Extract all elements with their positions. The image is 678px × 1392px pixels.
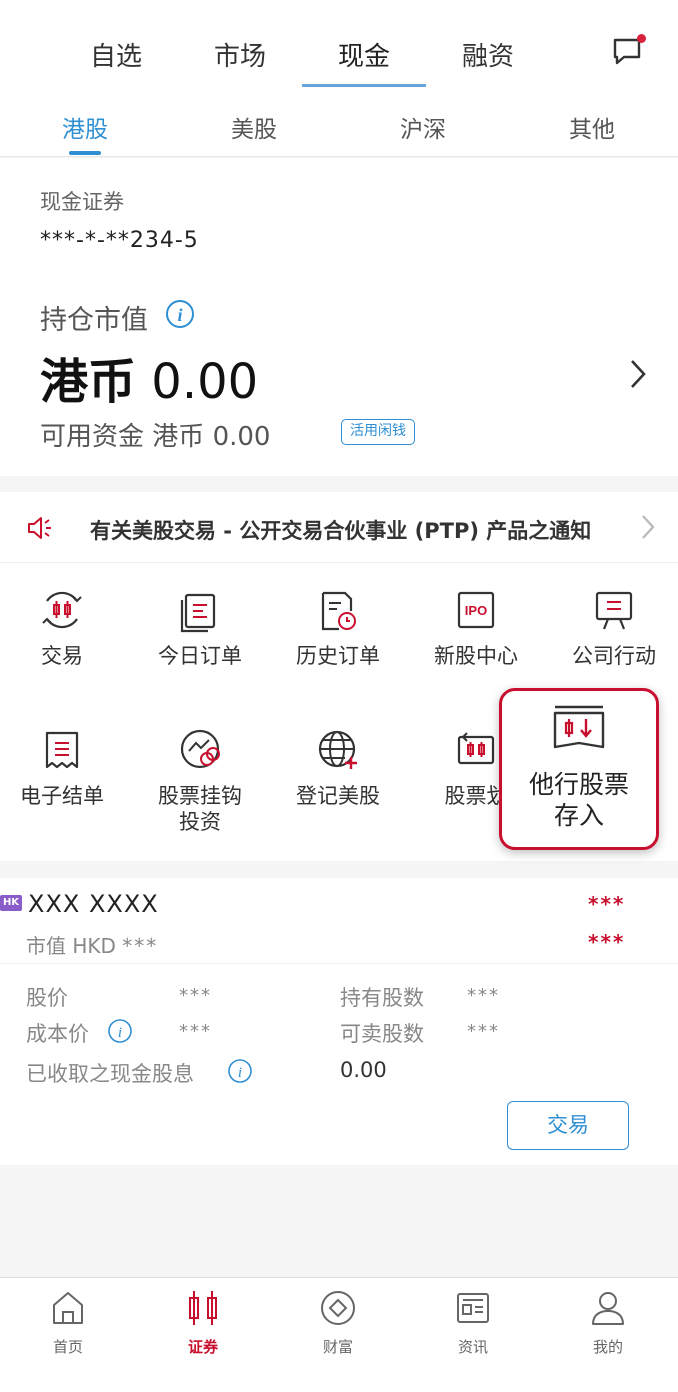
- grid-item-today-orders[interactable]: 今日订单: [140, 587, 260, 669]
- speaker-icon: [28, 517, 51, 539]
- tab-market[interactable]: 市场: [185, 36, 295, 73]
- chevron-right-icon[interactable]: [628, 358, 648, 390]
- tab-cash[interactable]: 现金: [309, 36, 419, 73]
- user-icon: [592, 1292, 624, 1325]
- tab-us-stocks[interactable]: 美股: [204, 110, 304, 144]
- ipo-icon: IPO: [457, 591, 495, 629]
- tab-hk-stocks[interactable]: 港股: [35, 110, 135, 144]
- grid-item-order-history[interactable]: 历史订单: [278, 587, 398, 669]
- stock-change-masked: ***: [588, 892, 626, 916]
- tab-watchlist[interactable]: 自选: [61, 36, 171, 73]
- unread-dot: [637, 34, 646, 43]
- sellable-label: 可卖股数: [340, 1022, 424, 1046]
- board-icon: [595, 591, 633, 630]
- qty-value: ***: [467, 985, 500, 1006]
- history-document-icon: [321, 591, 356, 631]
- account-type: 现金证券: [40, 190, 124, 214]
- bottom-navigation: 首页 证券 财富 资讯 我的: [0, 1277, 678, 1392]
- market-value: 港币 0.00: [40, 354, 259, 410]
- svg-text:i: i: [177, 305, 182, 325]
- news-icon: [457, 1293, 489, 1323]
- receipt-icon: [45, 731, 79, 769]
- hk-market-badge: HK: [0, 895, 22, 911]
- tab-others[interactable]: 其他: [542, 110, 642, 144]
- wealth-icon: [321, 1291, 355, 1325]
- active-tab-indicator: [302, 84, 426, 87]
- top-tab-bar: 自选 市场 现金 融资: [0, 0, 678, 96]
- info-icon[interactable]: i: [227, 1058, 253, 1084]
- tab-margin[interactable]: 融资: [433, 36, 543, 73]
- dividend-label: 已收取之现金股息: [26, 1062, 194, 1086]
- divider: [0, 963, 678, 964]
- available-funds: 可用资金 港币 0.00: [40, 422, 271, 452]
- nav-wealth[interactable]: 财富: [288, 1288, 388, 1357]
- holding-card[interactable]: HK XXX XXXX *** 市值 HKD *** *** 股价 *** 持有…: [0, 878, 678, 1165]
- stock-name: XXX XXXX: [28, 890, 159, 918]
- nav-home[interactable]: 首页: [18, 1288, 118, 1357]
- nav-securities[interactable]: 证券: [153, 1288, 253, 1357]
- market-sub-tabs: 港股 美股 沪深 其他: [0, 96, 678, 157]
- notice-text[interactable]: 有关美股交易 - 公开交易合伙事业 (PTP) 产品之通知: [90, 515, 591, 545]
- cost-value: ***: [179, 1021, 212, 1042]
- tab-a-shares[interactable]: 沪深: [373, 110, 473, 144]
- grid-item-ipo-center[interactable]: IPO 新股中心: [416, 587, 536, 669]
- candlestick-icon: [189, 1291, 217, 1325]
- price-value: ***: [179, 985, 212, 1006]
- stock-market-value: 市值 HKD ***: [26, 934, 159, 958]
- idle-cash-badge[interactable]: 活用闲钱: [341, 419, 415, 445]
- dividend-value: 0.00: [340, 1058, 387, 1082]
- market-value-label: 持仓市值: [40, 305, 148, 336]
- info-icon[interactable]: i: [107, 1018, 133, 1044]
- grid-item-deposit-stock-from-other-bank[interactable]: 他行股票 存入: [499, 688, 659, 850]
- document-icon: [180, 593, 216, 633]
- nav-news[interactable]: 资讯: [423, 1288, 523, 1357]
- svg-text:IPO: IPO: [465, 603, 487, 618]
- svg-text:i: i: [238, 1065, 242, 1081]
- home-icon: [53, 1292, 83, 1324]
- stock-deposit-icon: [553, 705, 605, 749]
- sub-tab-indicator: [69, 151, 101, 155]
- trade-button[interactable]: 交易: [507, 1101, 629, 1150]
- sellable-value: ***: [467, 1021, 500, 1042]
- grid-item-e-statement[interactable]: 电子结单: [2, 727, 122, 809]
- trade-icon: [42, 591, 82, 629]
- cost-label: 成本价: [26, 1022, 89, 1046]
- globe-plus-icon: [318, 730, 357, 769]
- info-icon[interactable]: i: [165, 299, 195, 329]
- stock-pnl-masked: ***: [588, 930, 626, 954]
- grid-item-corporate-actions[interactable]: 公司行动: [554, 587, 674, 669]
- price-label: 股价: [26, 986, 68, 1010]
- account-number: ***-*-**234-5: [40, 228, 199, 253]
- chevron-right-icon[interactable]: [641, 514, 655, 540]
- link-chart-icon: [180, 729, 220, 769]
- account-summary[interactable]: 现金证券 ***-*-**234-5 持仓市值 i 港币 0.00 可用资金 港…: [0, 158, 678, 476]
- nav-me[interactable]: 我的: [558, 1288, 658, 1357]
- qty-label: 持有股数: [340, 986, 424, 1010]
- grid-item-trade[interactable]: 交易: [2, 587, 122, 669]
- notice-bar[interactable]: 有关美股交易 - 公开交易合伙事业 (PTP) 产品之通知: [0, 492, 678, 563]
- grid-item-us-registration[interactable]: 登记美股: [278, 727, 398, 809]
- deposit-stock-label: 他行股票 存入: [528, 770, 629, 830]
- grid-item-equity-linked[interactable]: 股票挂钩 投资: [140, 727, 260, 835]
- svg-text:i: i: [118, 1025, 122, 1041]
- transfer-icon: [457, 732, 495, 765]
